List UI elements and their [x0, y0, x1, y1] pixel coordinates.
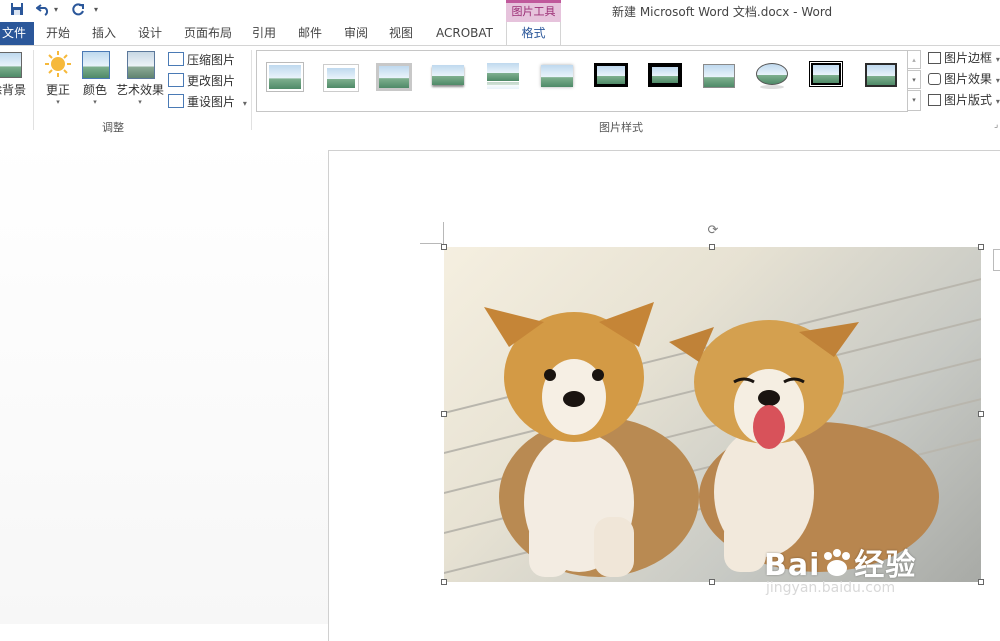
artistic-effects-icon: [126, 50, 155, 79]
picture-style-11[interactable]: [809, 61, 845, 89]
picture-style-2[interactable]: [322, 63, 358, 91]
paw-icon: [820, 548, 854, 576]
margin-mark: [420, 243, 442, 244]
rotate-handle-icon[interactable]: ⟳: [706, 224, 720, 238]
ribbon-tabs: 文件 开始 插入 设计 页面布局 引用 邮件 审阅 视图 ACROBAT 格式: [0, 22, 1000, 45]
picture-style-7[interactable]: [594, 63, 628, 89]
watermark-url: jingyan.baidu.com: [766, 580, 896, 596]
tab-design[interactable]: 设计: [138, 22, 162, 45]
tab-home[interactable]: 开始: [46, 22, 70, 45]
chevron-down-icon: ▾: [995, 76, 1000, 85]
tab-insert[interactable]: 插入: [92, 22, 116, 45]
tab-mailings[interactable]: 邮件: [298, 22, 322, 45]
resize-handle-top-right[interactable]: [978, 244, 984, 250]
chevron-down-icon: ▾: [242, 99, 247, 108]
separator: [33, 50, 34, 130]
gallery-scroll-down-icon[interactable]: ▾: [907, 70, 921, 89]
color-label: 颜色: [82, 83, 107, 97]
chevron-down-icon: ▾: [138, 98, 142, 106]
tab-review[interactable]: 审阅: [344, 22, 368, 45]
picture-style-5[interactable]: [486, 63, 520, 89]
picture-style-8[interactable]: [648, 63, 682, 89]
picture-style-12[interactable]: [865, 63, 899, 89]
resize-handle-bottom[interactable]: [709, 579, 715, 585]
customize-icon[interactable]: ▾: [94, 2, 98, 18]
chevron-down-icon: ▾: [995, 55, 1000, 64]
picture-style-9[interactable]: [702, 63, 736, 89]
change-picture-icon: [168, 73, 184, 87]
picture-color-icon: [81, 50, 110, 79]
sun-icon: [44, 50, 72, 78]
reset-picture-label: 重设图片: [187, 95, 236, 109]
tab-acrobat[interactable]: ACROBAT: [436, 22, 493, 45]
compress-icon: [168, 52, 184, 66]
picture-style-1[interactable]: [267, 63, 303, 91]
picture-style-10[interactable]: [756, 63, 790, 89]
picture-effects-label: 图片效果: [944, 72, 993, 86]
change-picture-label: 更改图片: [187, 74, 236, 88]
undo-dropdown-icon[interactable]: ▾: [54, 2, 58, 18]
layout-icon: [928, 94, 941, 106]
layout-options-icon[interactable]: [993, 249, 1000, 271]
chevron-down-icon: ▾: [56, 98, 60, 106]
effects-icon: [928, 73, 941, 85]
corrections-button[interactable]: 更正 ▾: [40, 50, 76, 106]
compress-pictures-button[interactable]: 压缩图片: [168, 51, 235, 69]
watermark-main: Bai: [764, 548, 821, 583]
chevron-down-icon: ▾: [995, 97, 1000, 106]
resize-handle-bottom-right[interactable]: [978, 579, 984, 585]
ribbon: 除背景 更正 ▾ 颜色 ▾ 艺术效: [0, 45, 1000, 135]
picture-styles-gallery: [256, 50, 908, 112]
title-bar: ▾ ▾ 图片工具 新建 Microsoft Word 文档.docx - Wor…: [0, 0, 1000, 22]
artistic-effects-label: 艺术效果: [115, 83, 164, 97]
picture-border-label: 图片边框: [944, 51, 993, 65]
gallery-more-icon[interactable]: ▾: [907, 90, 921, 111]
selected-picture[interactable]: [444, 247, 981, 582]
resize-handle-top[interactable]: [709, 244, 715, 250]
dialog-launcher-icon[interactable]: ⌟: [994, 120, 998, 130]
redo-icon[interactable]: [71, 2, 85, 21]
picture-styles-group-label: 图片样式: [599, 121, 643, 134]
remove-background-button[interactable]: 除背景: [0, 50, 30, 98]
baidu-watermark-logo: Bai 经验 jingyan.baidu.com: [764, 540, 917, 596]
resize-handle-left[interactable]: [441, 411, 447, 417]
document-title: 新建 Microsoft Word 文档.docx - Word: [612, 5, 833, 19]
tab-file[interactable]: 文件: [0, 22, 34, 45]
color-button[interactable]: 颜色 ▾: [78, 50, 112, 106]
margin-mark: [443, 222, 444, 244]
compress-label: 压缩图片: [187, 53, 236, 67]
pencil-icon: [928, 52, 941, 64]
artistic-effects-button[interactable]: 艺术效果 ▾: [115, 50, 165, 106]
resize-handle-right[interactable]: [978, 411, 984, 417]
save-icon[interactable]: [10, 2, 24, 21]
picture-style-3[interactable]: [376, 63, 412, 91]
picture-layout-button[interactable]: 图片版式 ▾: [928, 91, 1000, 109]
picture-border-button[interactable]: 图片边框 ▾: [928, 49, 1000, 67]
gallery-scroll-up-icon[interactable]: ▴: [907, 50, 921, 69]
resize-handle-top-left[interactable]: [441, 244, 447, 250]
adjust-group-label: 调整: [102, 121, 124, 134]
chevron-down-icon: ▾: [93, 98, 97, 106]
tab-format[interactable]: 格式: [506, 22, 561, 45]
change-picture-button[interactable]: 更改图片: [168, 72, 235, 90]
undo-icon[interactable]: [35, 2, 52, 21]
tab-references[interactable]: 引用: [252, 22, 276, 45]
remove-background-label: 除背景: [0, 83, 26, 97]
separator: [251, 50, 252, 130]
picture-tools-label: 图片工具: [506, 0, 561, 22]
picture-effects-button[interactable]: 图片效果 ▾: [928, 70, 1000, 88]
tab-view[interactable]: 视图: [389, 22, 413, 45]
corrections-label: 更正: [45, 83, 70, 97]
watermark-suffix: 经验: [854, 548, 917, 583]
resize-handle-bottom-left[interactable]: [441, 579, 447, 585]
picture-style-6[interactable]: [540, 63, 574, 89]
reset-picture-button[interactable]: 重设图片 ▾: [168, 93, 247, 111]
remove-background-icon: [0, 50, 22, 78]
tab-page-layout[interactable]: 页面布局: [184, 22, 232, 45]
picture-style-4[interactable]: [431, 63, 465, 89]
reset-icon: [168, 94, 184, 108]
picture-layout-label: 图片版式: [944, 93, 993, 107]
